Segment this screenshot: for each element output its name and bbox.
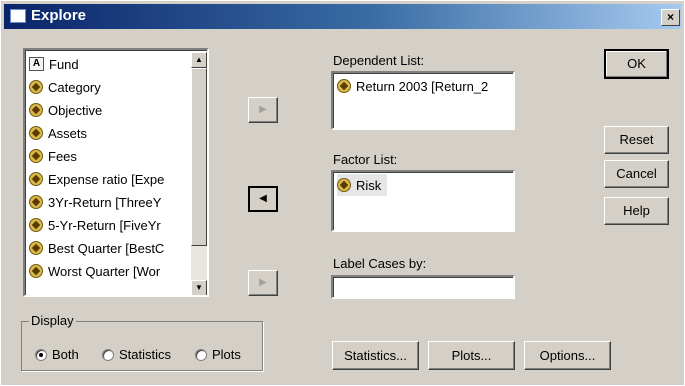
radio-plots-label: Plots bbox=[212, 347, 241, 362]
variable-label: Expense ratio [Expe bbox=[48, 171, 165, 187]
list-item[interactable]: Category bbox=[29, 76, 101, 98]
radio-statistics-label: Statistics bbox=[119, 347, 172, 362]
variable-label: 5-Yr-Return [FiveYr bbox=[48, 217, 161, 233]
window-title: Explore bbox=[31, 7, 87, 24]
list-item[interactable]: Best Quarter [BestC bbox=[29, 237, 164, 259]
radio-statistics[interactable]: Statistics bbox=[102, 347, 171, 362]
radio-plots[interactable]: Plots bbox=[195, 347, 241, 362]
title-bar[interactable]: Explore × bbox=[4, 4, 681, 29]
variable-label: Fees bbox=[48, 148, 77, 164]
list-item[interactable]: A Fund bbox=[29, 53, 79, 75]
variable-label: Category bbox=[48, 79, 101, 95]
ok-button[interactable]: OK bbox=[604, 49, 669, 79]
explore-dialog: Explore × A Fund Category Objective Asse… bbox=[0, 0, 685, 386]
scale-variable-icon bbox=[29, 264, 43, 278]
list-item[interactable]: Risk bbox=[337, 174, 388, 196]
window-icon bbox=[10, 9, 26, 23]
list-item[interactable]: 3Yr-Return [ThreeY bbox=[29, 191, 161, 213]
radio-both[interactable]: Both bbox=[35, 347, 79, 362]
string-variable-icon: A bbox=[29, 57, 44, 71]
list-item[interactable]: Expense ratio [Expe bbox=[29, 168, 164, 190]
scale-variable-icon bbox=[337, 178, 351, 192]
label-cases-field[interactable] bbox=[331, 275, 515, 299]
dependent-list[interactable]: Return 2003 [Return_2 bbox=[331, 71, 515, 130]
list-item[interactable]: Return 2003 [Return_2 bbox=[337, 75, 488, 97]
display-group-title: Display bbox=[29, 313, 76, 328]
scale-variable-icon bbox=[29, 80, 43, 94]
factor-list-label: Factor List: bbox=[333, 152, 398, 167]
scale-variable-icon bbox=[29, 241, 43, 255]
variable-label: Worst Quarter [Wor bbox=[48, 263, 161, 279]
help-button[interactable]: Help bbox=[604, 197, 669, 225]
radio-both-label: Both bbox=[52, 347, 79, 362]
list-item[interactable]: Objective bbox=[29, 99, 102, 121]
variable-label: Assets bbox=[48, 125, 88, 141]
scale-variable-icon bbox=[29, 126, 43, 140]
factor-variable-label: Risk bbox=[356, 177, 382, 193]
scroll-down-arrow-icon[interactable]: ▼ bbox=[191, 280, 207, 295]
scale-variable-icon bbox=[29, 149, 43, 163]
list-item[interactable]: Fees bbox=[29, 145, 77, 167]
radio-unchecked-icon bbox=[195, 348, 207, 361]
statistics-button[interactable]: Statistics... bbox=[332, 341, 419, 370]
dependent-variable-label: Return 2003 [Return_2 bbox=[356, 78, 489, 94]
list-item[interactable]: 5-Yr-Return [FiveYr bbox=[29, 214, 161, 236]
move-to-label-cases-button[interactable]: ▶ bbox=[248, 270, 278, 296]
variable-label: 3Yr-Return [ThreeY bbox=[48, 194, 162, 210]
variable-label: Fund bbox=[49, 56, 79, 72]
reset-button[interactable]: Reset bbox=[604, 126, 669, 154]
plots-button[interactable]: Plots... bbox=[428, 341, 515, 370]
variable-label: Objective bbox=[48, 102, 103, 118]
options-button[interactable]: Options... bbox=[524, 341, 611, 370]
close-button[interactable]: × bbox=[661, 9, 680, 26]
scroll-thumb[interactable] bbox=[191, 68, 207, 246]
radio-checked-icon bbox=[35, 348, 47, 361]
scale-variable-icon bbox=[29, 103, 43, 117]
scroll-up-arrow-icon[interactable]: ▲ bbox=[191, 52, 207, 68]
variable-label: Best Quarter [BestC bbox=[48, 240, 165, 256]
label-cases-label: Label Cases by: bbox=[333, 256, 427, 271]
dependent-list-label: Dependent List: bbox=[333, 53, 425, 68]
scale-variable-icon bbox=[29, 195, 43, 209]
list-item[interactable]: Worst Quarter [Wor bbox=[29, 260, 160, 282]
variable-list[interactable]: A Fund Category Objective Assets Fees Ex… bbox=[23, 48, 209, 297]
list-item[interactable]: Assets bbox=[29, 122, 87, 144]
radio-unchecked-icon bbox=[102, 348, 114, 361]
scale-variable-icon bbox=[337, 79, 351, 93]
display-group bbox=[21, 321, 263, 371]
move-from-factor-button[interactable]: ◀ bbox=[248, 186, 278, 212]
scale-variable-icon bbox=[29, 218, 43, 232]
move-to-dependent-button[interactable]: ▶ bbox=[248, 97, 278, 123]
factor-list[interactable]: Risk bbox=[331, 170, 515, 232]
cancel-button[interactable]: Cancel bbox=[604, 160, 669, 188]
scale-variable-icon bbox=[29, 172, 43, 186]
vertical-scrollbar[interactable]: ▲ ▼ bbox=[191, 52, 207, 295]
